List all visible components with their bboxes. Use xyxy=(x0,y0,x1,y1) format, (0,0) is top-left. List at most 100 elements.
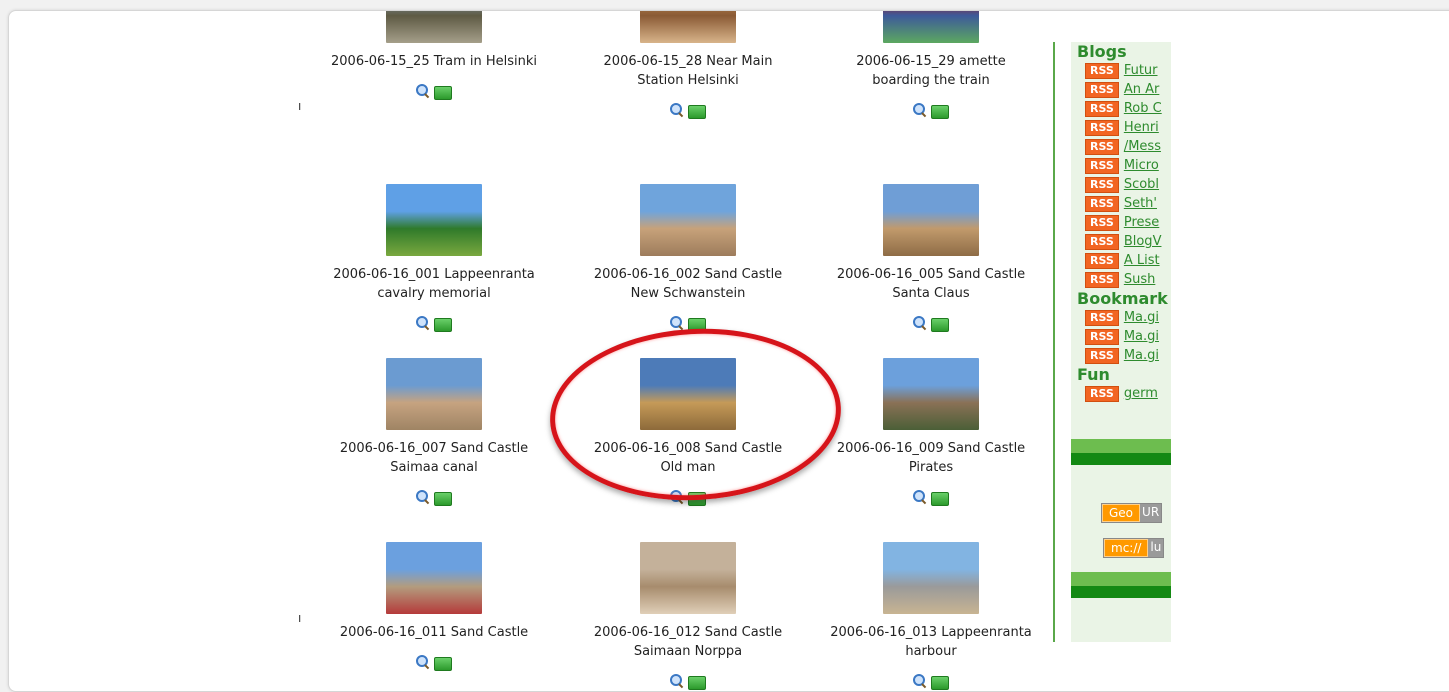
photo-thumbnail[interactable] xyxy=(883,542,979,614)
rss-badge[interactable]: RSS xyxy=(1085,309,1119,326)
feed-item: RSS Micro xyxy=(1071,156,1171,175)
mc-badge-label-right: lu xyxy=(1148,539,1164,557)
feed-link[interactable]: BlogV xyxy=(1124,234,1162,249)
photo-caption[interactable]: 2006-06-15_28 Near Main Station Helsinki xyxy=(563,52,813,90)
zoom-icon[interactable] xyxy=(913,103,927,117)
zoom-icon[interactable] xyxy=(416,84,430,98)
album-icon[interactable] xyxy=(434,657,452,671)
photo-caption[interactable]: 2006-06-16_011 Sand Castle xyxy=(309,623,559,642)
feed-link[interactable]: /Mess xyxy=(1124,139,1161,154)
rss-badge[interactable]: RSS xyxy=(1085,157,1119,174)
zoom-icon[interactable] xyxy=(913,674,927,688)
album-icon[interactable] xyxy=(931,676,949,690)
photo-thumbnail[interactable] xyxy=(640,358,736,430)
photo-thumbnail[interactable] xyxy=(640,542,736,614)
rss-badge[interactable]: RSS xyxy=(1085,138,1119,155)
caption-line: 2006-06-15_29 amette xyxy=(856,54,1006,69)
photo-thumbnail[interactable] xyxy=(640,11,736,43)
photo-thumbnail[interactable] xyxy=(386,542,482,614)
feed-link[interactable]: Ma.gi xyxy=(1124,329,1159,344)
zoom-icon[interactable] xyxy=(913,316,927,330)
rss-badge[interactable]: RSS xyxy=(1085,328,1119,345)
caption-line: Saimaan Norppa xyxy=(633,644,743,659)
zoom-icon[interactable] xyxy=(670,103,684,117)
feed-item: RSS Rob C xyxy=(1071,99,1171,118)
photo-caption[interactable]: 2006-06-16_005 Sand Castle Santa Claus xyxy=(806,265,1056,303)
rss-badge[interactable]: RSS xyxy=(1085,214,1119,231)
feed-link[interactable]: Ma.gi xyxy=(1124,348,1159,363)
album-icon[interactable] xyxy=(688,492,706,506)
photo-caption[interactable]: 2006-06-15_25 Tram in Helsinki xyxy=(309,52,559,71)
photo-caption[interactable]: 2006-06-16_007 Sand Castle Saimaa canal xyxy=(309,439,559,477)
feed-link[interactable]: Micro xyxy=(1124,158,1159,173)
album-icon[interactable] xyxy=(434,492,452,506)
rss-badge[interactable]: RSS xyxy=(1085,195,1119,212)
blogs-list: RSS Futur RSS An Ar RSS Rob C RSS Henri RSS/Mess… xyxy=(1071,61,1171,289)
feed-link[interactable]: An Ar xyxy=(1124,82,1160,97)
caption-line: 2006-06-16_008 Sand Castle xyxy=(593,441,783,456)
photo-caption[interactable]: 2006-06-16_012 Sand Castle Saimaan Norppa xyxy=(563,623,813,661)
album-icon[interactable] xyxy=(688,318,706,332)
photo-thumbnail[interactable] xyxy=(386,11,482,43)
photo-caption[interactable]: 2006-06-16_002 Sand Castle New Schwanstei… xyxy=(563,265,813,303)
zoom-icon[interactable] xyxy=(670,490,684,504)
caption-line: 2006-06-16_012 Sand Castle xyxy=(593,625,783,640)
photo-thumbnail[interactable] xyxy=(386,184,482,256)
rss-badge[interactable]: RSS xyxy=(1085,271,1119,288)
feed-link[interactable]: A List xyxy=(1124,253,1160,268)
photo-caption[interactable]: 2006-06-16_009 Sand Castle Pirates xyxy=(806,439,1056,477)
caption-line: Santa Claus xyxy=(892,286,970,301)
rss-badge[interactable]: RSS xyxy=(1085,81,1119,98)
rss-badge[interactable]: RSS xyxy=(1085,62,1119,79)
caption-line: boarding the train xyxy=(872,73,990,88)
feed-link[interactable]: Futur xyxy=(1124,63,1158,78)
rss-badge[interactable]: RSS xyxy=(1085,347,1119,364)
feed-link[interactable]: germ xyxy=(1124,386,1158,401)
feed-link[interactable]: Rob C xyxy=(1124,101,1162,116)
feed-item: RSS A List xyxy=(1071,251,1171,270)
photo-thumbnail[interactable] xyxy=(883,184,979,256)
album-icon[interactable] xyxy=(434,86,452,100)
album-icon[interactable] xyxy=(688,105,706,119)
rss-badge[interactable]: RSS xyxy=(1085,176,1119,193)
feed-link[interactable]: Henri xyxy=(1124,120,1159,135)
album-icon[interactable] xyxy=(434,318,452,332)
feed-link[interactable]: Ma.gi xyxy=(1124,310,1159,325)
album-icon[interactable] xyxy=(931,492,949,506)
album-icon[interactable] xyxy=(688,676,706,690)
feed-link[interactable]: Prese xyxy=(1124,215,1159,230)
zoom-icon[interactable] xyxy=(670,316,684,330)
mc-badge[interactable]: mc:// lu xyxy=(1103,538,1165,558)
caption-line: 2006-06-16_009 Sand Castle xyxy=(836,441,1026,456)
album-icon[interactable] xyxy=(931,105,949,119)
photo-caption[interactable]: 2006-06-16_008 Sand Castle Old man xyxy=(563,439,813,477)
zoom-icon[interactable] xyxy=(416,316,430,330)
caption-line: 2006-06-15_28 Near Main xyxy=(603,54,773,69)
zoom-icon[interactable] xyxy=(416,655,430,669)
album-icon[interactable] xyxy=(931,318,949,332)
item-actions xyxy=(563,674,813,690)
gallery-item: 2006-06-16_005 Sand Castle Santa Claus xyxy=(806,184,1056,332)
zoom-icon[interactable] xyxy=(913,490,927,504)
photo-caption[interactable]: 2006-06-16_001 Lappeenranta cavalry memor… xyxy=(309,265,559,303)
rss-badge[interactable]: RSS xyxy=(1085,233,1119,250)
feed-link[interactable]: Seth' xyxy=(1124,196,1157,211)
rss-badge[interactable]: RSS xyxy=(1085,100,1119,117)
photo-thumbnail[interactable] xyxy=(640,184,736,256)
zoom-icon[interactable] xyxy=(416,490,430,504)
feed-link[interactable]: Sush xyxy=(1124,272,1156,287)
item-actions xyxy=(806,103,1056,119)
photo-thumbnail[interactable] xyxy=(386,358,482,430)
rss-badge[interactable]: RSS xyxy=(1085,252,1119,269)
item-actions xyxy=(806,490,1056,506)
item-actions xyxy=(309,490,559,506)
zoom-icon[interactable] xyxy=(670,674,684,688)
geo-url-badge[interactable]: Geo UR xyxy=(1101,503,1163,523)
rss-badge[interactable]: RSS xyxy=(1085,119,1119,136)
photo-caption[interactable]: 2006-06-15_29 amette boarding the train xyxy=(806,52,1056,90)
photo-thumbnail[interactable] xyxy=(883,11,979,43)
rss-badge[interactable]: RSS xyxy=(1085,385,1119,402)
photo-thumbnail[interactable] xyxy=(883,358,979,430)
photo-caption[interactable]: 2006-06-16_013 Lappeenranta harbour xyxy=(806,623,1056,661)
feed-link[interactable]: Scobl xyxy=(1124,177,1159,192)
